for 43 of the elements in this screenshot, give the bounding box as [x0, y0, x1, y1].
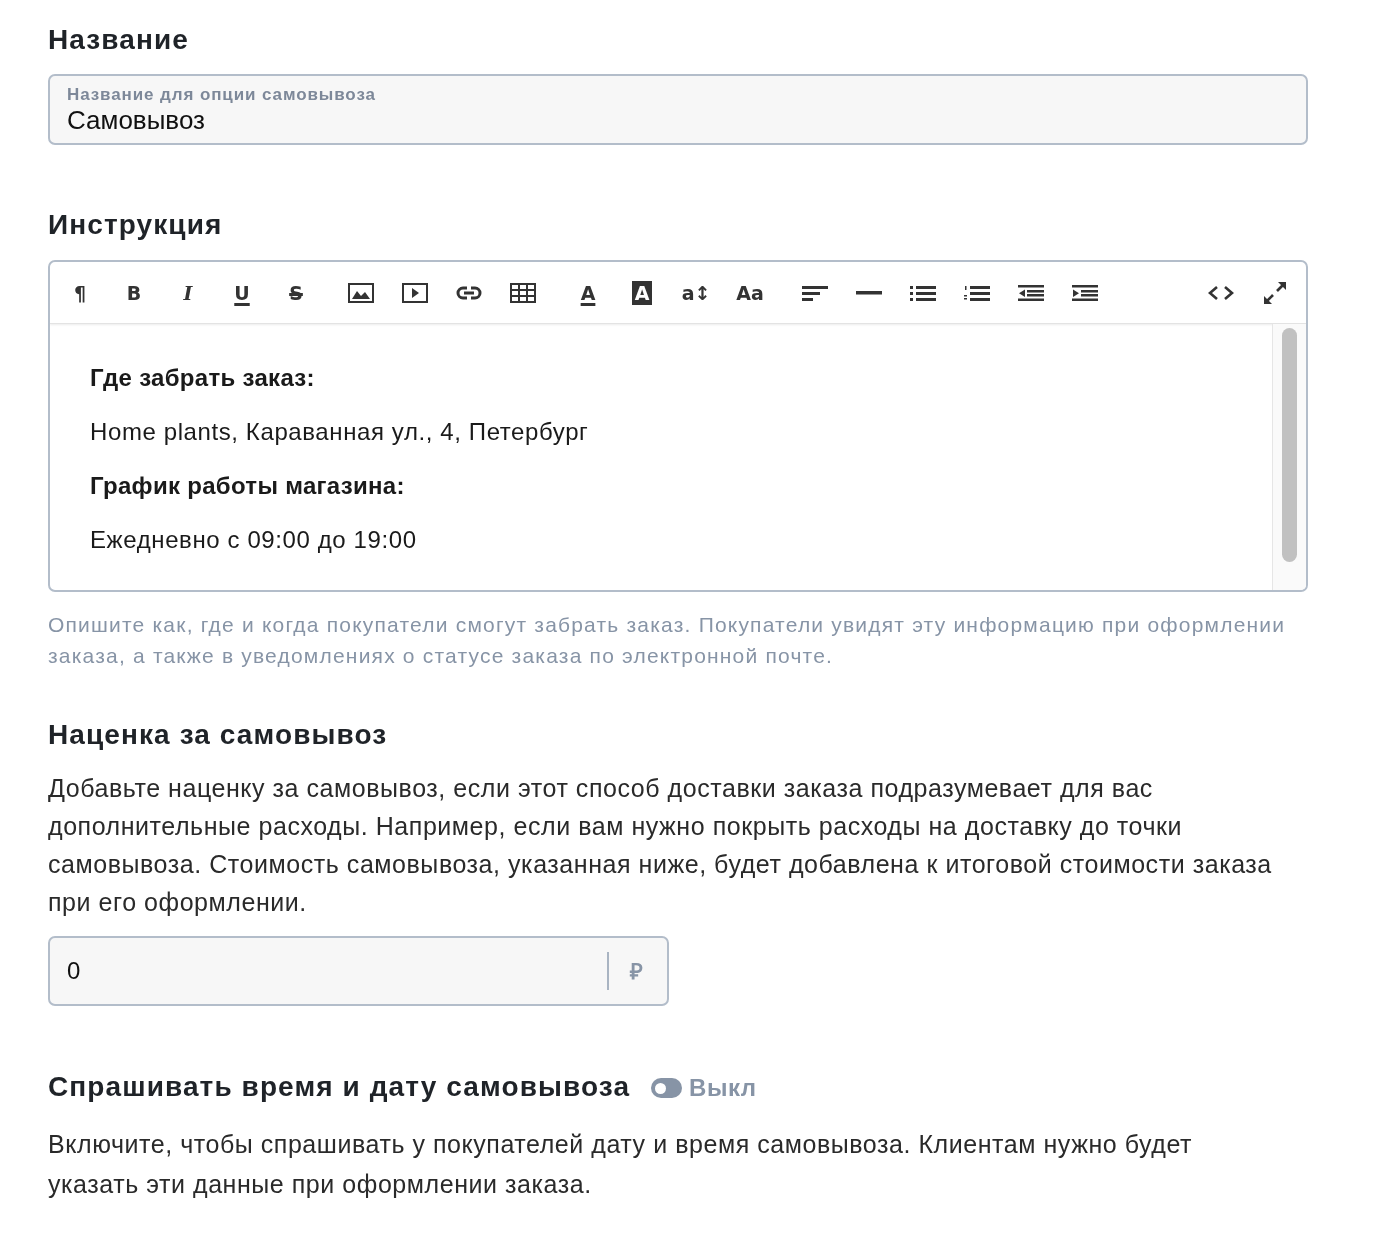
help-text: Опишите как, где и когда покупатели смогут забрать заказ. Покупатели увидят эту информацию при оформлении заказа, а также в уведомлениях о статусе заказа по электронной почте. — [48, 612, 1287, 669]
description-text: Включите, чтобы спрашивать у покупателей дату и время самовывоза. Клиентам нужно будет указать эти данные при оформлении заказа. — [48, 1129, 1193, 1200]
floating-label: Название для опции самовывоза — [67, 84, 376, 105]
image-icon — [348, 282, 374, 303]
price-field[interactable]: 0 ₽ — [48, 936, 669, 1006]
price-input[interactable]: 0 — [67, 951, 607, 991]
strikethrough-button[interactable]: S — [276, 272, 316, 313]
scrollbar-track[interactable] — [1272, 324, 1306, 590]
outdent-icon — [1018, 284, 1044, 301]
content-heading: Где забрать заказ: — [90, 363, 315, 393]
link-icon — [456, 284, 482, 301]
currency-symbol: ₽ — [630, 957, 643, 986]
play-icon — [402, 282, 428, 303]
scrollbar-thumb[interactable] — [1282, 328, 1297, 562]
underline-button[interactable]: U — [222, 272, 262, 313]
name-field[interactable]: Название для опции самовывоза Самовывоз — [48, 74, 1308, 145]
content-heading: График работы магазина: — [90, 471, 405, 501]
font-size-button[interactable]: a↕ — [676, 272, 716, 313]
content-text: Home plants, Караванная ул., 4, Петербург — [90, 417, 589, 447]
bulleted-list-icon — [910, 284, 936, 301]
rich-text-editor[interactable]: ¶ B I U S A A a↕ Aa Где забрать заказ: Home plants, Караванная ул., 4, Петербург График работы магазина: Ежедневно с 09:00 до 19:00 — [48, 260, 1308, 592]
text-color-button[interactable]: A — [568, 272, 608, 313]
indent-icon — [1072, 284, 1098, 301]
toggle-switch[interactable] — [651, 1078, 683, 1098]
section-heading: Название — [48, 23, 190, 57]
section-heading: Инструкция — [48, 208, 224, 242]
background-color-button[interactable]: A — [622, 272, 662, 313]
content-text: Ежедневно с 09:00 до 19:00 — [90, 525, 417, 555]
name-input[interactable]: Самовывоз — [67, 104, 1287, 135]
font-family-button[interactable]: Aa — [730, 272, 770, 313]
editor-content[interactable]: Где забрать заказ: Home plants, Караванная ул., 4, Петербург График работы магазина: Ежедневно с 09:00 до 19:00 — [50, 324, 1272, 590]
bold-button[interactable]: B — [114, 272, 154, 313]
code-icon — [1208, 284, 1234, 301]
italic-button[interactable]: I — [168, 272, 208, 313]
description-text: Добавьте наценку за самовывоз, если этот способ доставки заказа подразумевает для вас дополнительные расходы. Например, если вам нужно покрыть расходы на доставку до точки самовывоза. Стоимость самовывоза, указанная ниже, будет добавлена к итоговой стоимости заказа при его оформлении. — [48, 773, 1273, 918]
table-icon — [510, 282, 536, 303]
expand-icon — [1263, 280, 1287, 305]
numbered-list-icon — [964, 284, 990, 301]
toggle-label: Выкл — [689, 1073, 757, 1103]
section-heading: Наценка за самовывоз — [48, 718, 389, 752]
align-left-icon — [802, 284, 828, 301]
paragraph-format-button[interactable]: ¶ — [60, 272, 100, 313]
section-heading: Спрашивать время и дату самовывоза — [48, 1070, 631, 1104]
